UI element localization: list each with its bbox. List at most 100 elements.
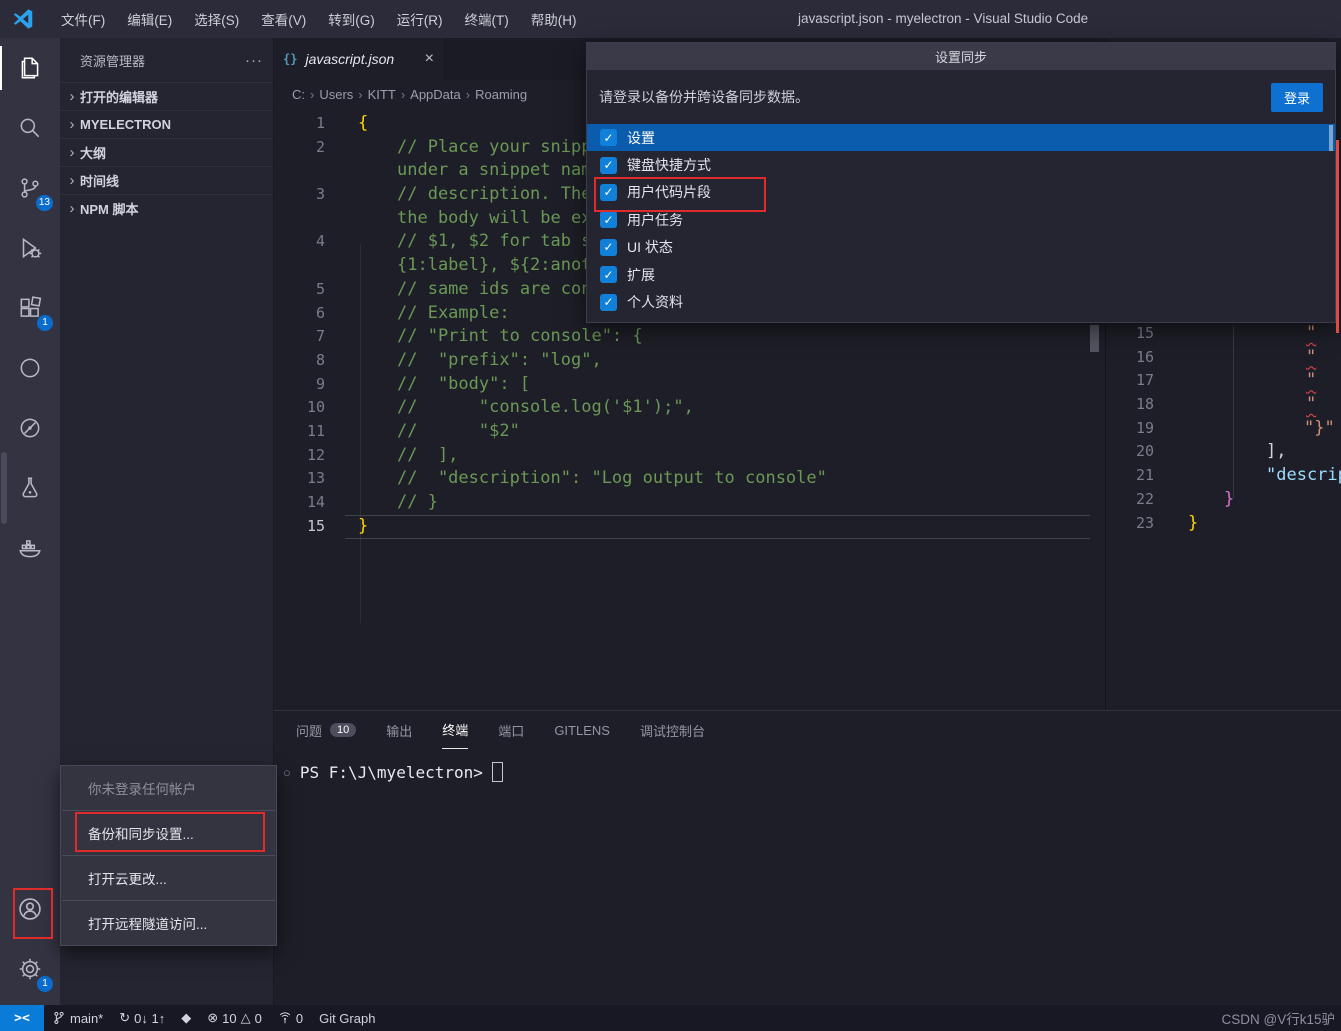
sidebar-item-myelectron[interactable]: MYELECTRON xyxy=(60,110,273,138)
sync-option-label: 设置 xyxy=(627,129,655,146)
broadcast-icon xyxy=(279,1012,291,1024)
tab-problems[interactable]: 问题 10 xyxy=(296,711,357,749)
cloud-changes-item[interactable]: 打开云更改... xyxy=(61,861,276,895)
tab-ports[interactable]: 端口 xyxy=(498,711,524,749)
problems-badge: 10 xyxy=(330,723,357,737)
sidebar-header: 资源管理器 xyxy=(60,38,273,82)
scrollbar-thumb[interactable] xyxy=(1329,125,1333,151)
branch-label: main* xyxy=(70,1010,104,1026)
code-text: "descrip xyxy=(1266,465,1341,486)
extensions-icon[interactable]: 1 xyxy=(0,278,60,338)
breadcrumb-item[interactable]: Roaming xyxy=(472,87,530,102)
more-actions-icon[interactable] xyxy=(245,52,263,69)
search-icon[interactable] xyxy=(0,98,60,158)
sidebar-title: 资源管理器 xyxy=(80,53,146,69)
backup-sync-settings-item[interactable]: 备份和同步设置... xyxy=(61,816,276,850)
menu-view[interactable]: 查看(V) xyxy=(250,4,317,34)
explorer-icon[interactable] xyxy=(0,38,60,98)
menu-edit[interactable]: 编辑(E) xyxy=(116,4,183,34)
scrollbar-thumb[interactable] xyxy=(1090,325,1099,352)
checkbox-checked-icon[interactable] xyxy=(600,129,617,147)
code-text: // "prefix": "log", xyxy=(397,349,602,370)
login-button[interactable]: 登录 xyxy=(1270,82,1323,112)
code-line: 7 // "Print to console": { xyxy=(273,325,1100,349)
terminal[interactable]: PS F:\J\myelectron> xyxy=(273,762,1341,782)
activity-bar-scroll-handle[interactable] xyxy=(1,452,7,524)
bottom-panel: 问题 10 输出 终端 端口 GITLENS 调试控制台 PS F:\J\myel… xyxy=(273,710,1341,1006)
live-preview-icon[interactable] xyxy=(0,398,60,458)
tab-terminal[interactable]: 终端 xyxy=(442,711,469,749)
checkbox-checked-icon[interactable] xyxy=(600,211,617,229)
branch-status[interactable]: main* xyxy=(44,1005,111,1031)
line-number: 2 xyxy=(315,137,325,156)
menu-terminal[interactable]: 终端(T) xyxy=(454,4,520,34)
line-number: 22 xyxy=(1135,489,1154,508)
tab-output[interactable]: 输出 xyxy=(386,711,412,749)
menu-help[interactable]: 帮助(H) xyxy=(520,4,588,34)
settings-sync-dialog: 设置同步 请登录以备份并跨设备同步数据。 登录 设置 键盘快捷方式 用户代码片段… xyxy=(586,42,1336,323)
line-number: 10 xyxy=(306,398,325,417)
docker-icon[interactable] xyxy=(0,518,60,578)
checkbox-checked-icon[interactable] xyxy=(600,293,617,311)
sidebar-item-npm-scripts[interactable]: NPM 脚本 xyxy=(60,194,273,222)
menu-go[interactable]: 转到(G) xyxy=(317,4,386,34)
sync-option-snippets[interactable]: 用户代码片段 xyxy=(587,179,1335,206)
tab-javascript-json[interactable]: javascript.json xyxy=(273,38,445,80)
section-label: NPM 脚本 xyxy=(80,202,139,217)
settings-gear-icon[interactable]: 1 xyxy=(0,939,60,999)
code-line: 19 "}" xyxy=(1106,417,1341,441)
breadcrumb-item[interactable]: KITT xyxy=(365,87,399,102)
menu-selection[interactable]: 选择(S) xyxy=(183,4,250,34)
code-text: " xyxy=(1306,394,1317,415)
checkbox-checked-icon[interactable] xyxy=(600,156,617,174)
code-text: // } xyxy=(397,492,438,512)
menu-separator xyxy=(62,900,275,901)
breadcrumb-item[interactable]: C: xyxy=(289,87,308,102)
sidebar-item-timeline[interactable]: 时间线 xyxy=(60,166,273,194)
section-label: 打开的编辑器 xyxy=(80,90,159,105)
sync-option-tasks[interactable]: 用户任务 xyxy=(587,206,1335,233)
tab-debug-console[interactable]: 调试控制台 xyxy=(640,711,705,749)
sidebar-item-outline[interactable]: 大纲 xyxy=(60,138,273,166)
code-text: // "body": [ xyxy=(397,373,531,394)
run-debug-icon[interactable] xyxy=(0,218,60,278)
sidebar-item-open-editors[interactable]: 打开的编辑器 xyxy=(60,82,273,110)
git-graph-status[interactable]: Git Graph xyxy=(311,1005,383,1031)
code-line: 22} xyxy=(1106,488,1341,512)
sync-status[interactable]: ↻ 0↓ 1↑ xyxy=(111,1005,173,1031)
checkbox-checked-icon[interactable] xyxy=(600,238,617,256)
sync-option-profiles[interactable]: 个人资料 xyxy=(587,288,1335,315)
tab-label: 输出 xyxy=(386,723,413,739)
close-icon[interactable] xyxy=(425,50,434,68)
remote-indicator-icon[interactable] xyxy=(0,1005,44,1031)
sync-option-settings[interactable]: 设置 xyxy=(587,124,1335,152)
checkbox-checked-icon[interactable] xyxy=(600,266,617,284)
menu-file[interactable]: 文件(F) xyxy=(50,4,116,34)
sync-option-label: 个人资料 xyxy=(627,294,683,311)
gitlens-status[interactable]: ◆ xyxy=(173,1005,199,1031)
tab-label: 端口 xyxy=(498,723,525,739)
ports-status[interactable]: 0 xyxy=(270,1005,311,1031)
remote-explorer-icon[interactable] xyxy=(0,338,60,398)
code-text: // "Print to console": { xyxy=(397,326,643,347)
breadcrumb-item[interactable]: Users xyxy=(316,87,356,102)
checkbox-checked-icon[interactable] xyxy=(600,183,617,201)
testing-flask-icon[interactable] xyxy=(0,458,60,518)
source-control-icon[interactable]: 13 xyxy=(0,158,60,218)
sync-option-extensions[interactable]: 扩展 xyxy=(587,261,1335,288)
line-number: 13 xyxy=(306,469,325,488)
code-line: 14 // } xyxy=(273,491,1100,515)
code-line: 12 // ], xyxy=(273,444,1100,468)
problems-status[interactable]: ⊗ 10 △ 0 xyxy=(199,1005,270,1031)
sync-option-ui-state[interactable]: UI 状态 xyxy=(587,234,1335,261)
sync-option-keybindings[interactable]: 键盘快捷方式 xyxy=(587,151,1335,178)
chevron-right-icon xyxy=(399,87,407,102)
tab-gitlens[interactable]: GITLENS xyxy=(554,711,610,749)
breadcrumb-item[interactable]: AppData xyxy=(407,87,464,102)
chevron-right-icon xyxy=(64,172,80,189)
remote-tunnel-item[interactable]: 打开远程隧道访问... xyxy=(61,906,276,940)
menu-run[interactable]: 运行(R) xyxy=(386,4,454,34)
code-line: 13 // "description": "Log output to conso… xyxy=(273,467,1100,491)
code-line: 8 // "prefix": "log", xyxy=(273,349,1100,373)
sync-icon: ↻ xyxy=(119,1010,131,1025)
